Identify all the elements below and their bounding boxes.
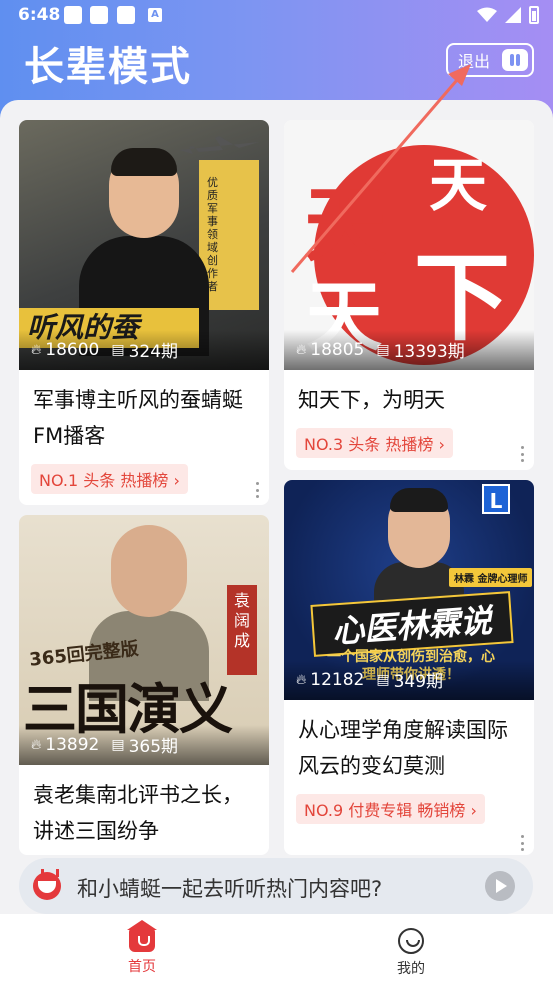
play-count: 18805	[310, 339, 365, 360]
wifi-icon	[477, 7, 497, 22]
list-icon: ▤	[376, 671, 390, 688]
tab-bar: 首页 我的	[0, 914, 553, 983]
rank-badge[interactable]: NO.9 付费专辑 畅销榜 ›	[296, 794, 485, 824]
album-cover: L 林霖 金牌心理师 心医林霖说 一个国家从创伤到治愈，心理师带你讲透！ 🔥︎ …	[284, 480, 534, 700]
more-options-icon[interactable]	[520, 835, 524, 851]
cover-name-chip: 林霖 金牌心理师	[449, 568, 533, 587]
album-card[interactable]: 天 下 天 天 🔥︎ 18805 ▤ 13393期 知天下，为明天 NO.3 头…	[284, 120, 534, 470]
home-icon	[127, 920, 157, 952]
status-time: 6:48	[18, 5, 61, 25]
flame-icon: 🔥︎	[296, 671, 307, 688]
pause-icon	[502, 49, 528, 71]
cover-tag: 袁阔成	[227, 585, 257, 675]
episode-count: 13393期	[393, 342, 465, 362]
rank-badge[interactable]: NO.1 头条 热播榜 ›	[31, 464, 188, 494]
tab-me[interactable]: 我的	[371, 928, 451, 978]
notification-letter-icon: A	[148, 8, 162, 22]
cover-side-text: 优质军事领域创作者	[207, 176, 218, 293]
page-title: 长辈模式	[24, 44, 192, 90]
rank-text: NO.3 头条 热播榜	[304, 435, 434, 454]
flame-icon: 🔥︎	[31, 736, 42, 753]
rank-text: NO.1 头条 热播榜	[39, 471, 169, 490]
album-card[interactable]: 优质军事领域创作者 听风的蚕 🔥︎ 18600 ▤ 324期 军事博主听风的蚕蜻…	[19, 120, 269, 505]
chevron-right-icon: ›	[470, 801, 477, 820]
notification-icon	[90, 6, 108, 24]
more-options-icon[interactable]	[520, 446, 524, 462]
play-count: 13892	[45, 734, 100, 755]
jet-icon	[179, 136, 259, 154]
cover-logo: L	[482, 484, 510, 514]
exit-button[interactable]: 退出	[446, 43, 534, 77]
album-title: 知天下，为明天	[298, 388, 445, 412]
album-title: 军事博主听风的蚕蜻蜓FM播客	[33, 388, 243, 448]
album-title: 袁老集南北评书之长，讲述三国纷争	[33, 783, 243, 843]
chevron-right-icon: ›	[438, 435, 445, 454]
promo-text: 和小蜻蜓一起去听听热门内容吧?	[77, 877, 383, 901]
rank-text: NO.9 付费专辑 畅销榜	[304, 801, 466, 820]
episode-count: 365期	[128, 737, 179, 757]
flame-icon: 🔥︎	[296, 341, 307, 358]
list-icon: ▤	[111, 341, 125, 358]
album-cover: 优质军事领域创作者 听风的蚕 🔥︎ 18600 ▤ 324期	[19, 120, 269, 370]
album-stats: 🔥︎ 13892 ▤ 365期	[31, 732, 179, 758]
list-icon: ▤	[376, 341, 390, 358]
album-card[interactable]: 袁阔成 365回完整版 三国演义 🔥︎ 13892 ▤ 365期 袁老集南北评书…	[19, 515, 269, 855]
signal-icon	[505, 7, 521, 23]
play-icon[interactable]	[485, 871, 515, 901]
more-options-icon[interactable]	[255, 482, 259, 498]
list-icon: ▤	[111, 736, 125, 753]
album-cover: 袁阔成 365回完整版 三国演义 🔥︎ 13892 ▤ 365期	[19, 515, 269, 765]
flame-icon: 🔥︎	[31, 341, 42, 358]
tab-home[interactable]: 首页	[102, 920, 182, 976]
exit-label: 退出	[458, 52, 491, 71]
notification-icon	[64, 6, 82, 24]
episode-count: 349期	[393, 672, 444, 692]
tab-home-label: 首页	[128, 959, 156, 975]
play-count: 18600	[45, 339, 100, 360]
album-stats: 🔥︎ 18600 ▤ 324期	[31, 337, 179, 363]
album-stats: 🔥︎ 18805 ▤ 13393期	[296, 337, 465, 363]
album-stats: 🔥︎ 12182 ▤ 349期	[296, 667, 444, 693]
play-count: 12182	[310, 669, 365, 690]
mascot-icon	[33, 869, 61, 900]
album-cover: 天 下 天 天 🔥︎ 18805 ▤ 13393期	[284, 120, 534, 370]
album-title: 从心理学角度解读国际风云的变幻莫测	[298, 718, 508, 778]
rank-badge[interactable]: NO.3 头条 热播榜 ›	[296, 428, 453, 458]
notification-icon	[117, 6, 135, 24]
status-bar: 6:48 A	[0, 0, 553, 32]
album-card[interactable]: L 林霖 金牌心理师 心医林霖说 一个国家从创伤到治愈，心理师带你讲透！ 🔥︎ …	[284, 480, 534, 855]
promo-bar[interactable]: 和小蜻蜓一起去听听热门内容吧?	[19, 858, 533, 914]
chevron-right-icon: ›	[173, 471, 180, 490]
episode-count: 324期	[128, 342, 179, 362]
cover-char: 天	[429, 151, 488, 219]
battery-icon	[529, 6, 539, 24]
smiley-icon	[398, 928, 424, 954]
tab-me-label: 我的	[397, 961, 425, 977]
